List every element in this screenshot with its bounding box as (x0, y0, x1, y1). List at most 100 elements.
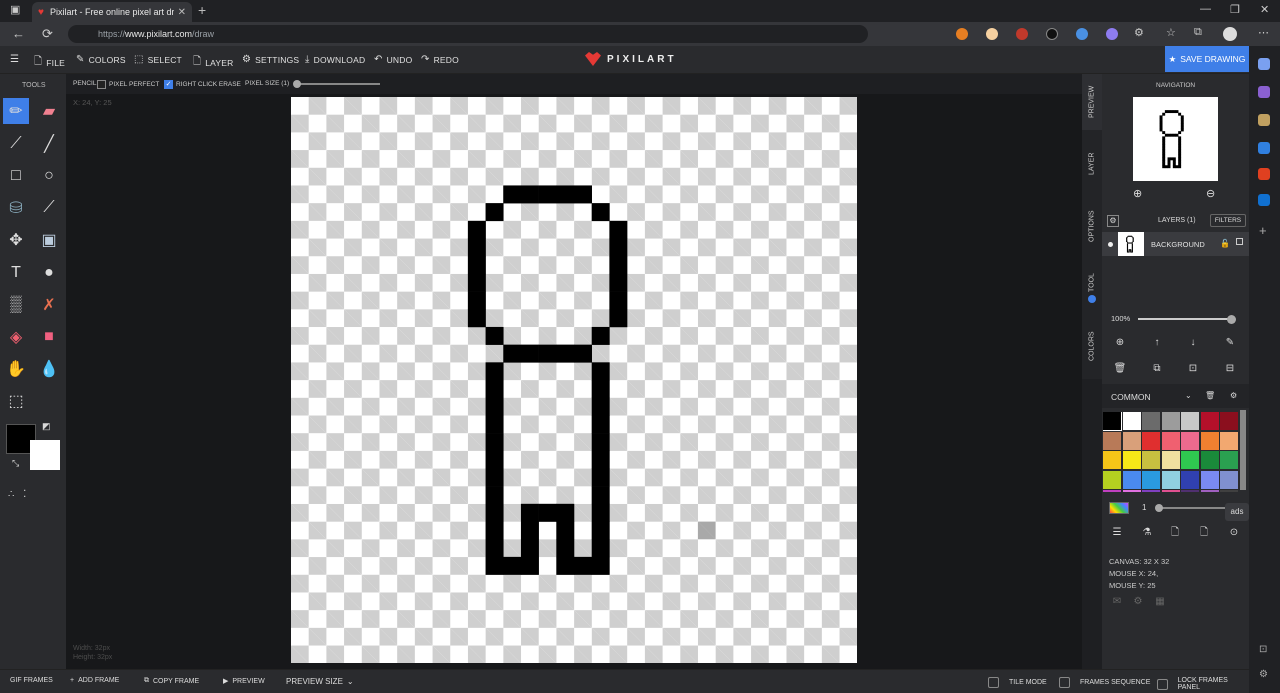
pixel-perfect-checkbox[interactable] (97, 80, 106, 89)
sidebar-add-icon[interactable]: + (1259, 223, 1267, 238)
extension-fox-icon[interactable] (956, 28, 968, 40)
layer-settings-icon[interactable]: ⚙ (1107, 215, 1119, 227)
crop-tool-icon[interactable]: ⬚ (3, 388, 29, 414)
colors-menu[interactable]: ✎ COLORS (76, 54, 126, 65)
edit-layer-icon[interactable]: ✎ (1223, 336, 1237, 350)
stamp-tool-icon[interactable]: ▣ (36, 227, 62, 253)
sidebar-collapse-icon[interactable]: ⊡ (1259, 644, 1267, 655)
palette-delete-icon[interactable]: 🗑 (1205, 391, 1215, 400)
brush-tool-icon[interactable]: ⟋ (3, 131, 29, 157)
tab-layer[interactable]: LAYER (1082, 134, 1102, 194)
gradient-tool-icon[interactable]: ■ (36, 324, 62, 350)
filters-button[interactable]: FILTERS (1210, 214, 1246, 227)
zoom-out-icon[interactable]: ⊖ (1206, 187, 1215, 200)
palette-swatch[interactable] (1200, 470, 1219, 489)
fill-eraser-tool-icon[interactable]: ◈ (3, 324, 29, 350)
palette-swatch[interactable] (1200, 412, 1219, 430)
line-tool-icon[interactable]: ╱ (36, 131, 62, 157)
redo-button[interactable]: ↷ REDO (421, 54, 459, 65)
frames-sequence-checkbox[interactable] (1059, 677, 1070, 688)
zoom-in-icon[interactable]: ⊕ (1133, 187, 1142, 200)
palette-swatch[interactable] (1200, 451, 1219, 469)
layer-opacity-slider[interactable] (1138, 315, 1236, 324)
select-menu[interactable]: ⬚ SELECT (134, 54, 182, 65)
add-frame-button[interactable]: + ADD FRAME (70, 677, 119, 684)
browser-tab[interactable]: ♥ Pixilart - Free online pixel art dr ✕ (32, 2, 192, 22)
palette-swatch[interactable] (1122, 431, 1141, 450)
rectangle-tool-icon[interactable]: □ (3, 163, 29, 189)
favorites-star-icon[interactable]: ☆ (1166, 26, 1176, 39)
gif-frames-label[interactable]: GIF FRAMES (10, 677, 53, 684)
right-click-erase-checkbox[interactable]: ✓ (164, 80, 173, 89)
layer-visibility-icon[interactable] (1108, 242, 1113, 247)
layer-row[interactable]: BACKGROUND 🔓 (1102, 232, 1249, 256)
sidebar-office-icon[interactable] (1258, 168, 1270, 180)
preview-button[interactable]: ▶ PREVIEW (223, 677, 265, 686)
more-menu-icon[interactable]: ⋯ (1258, 26, 1269, 39)
profile-avatar[interactable] (1223, 27, 1237, 41)
secondary-color-swatch[interactable] (30, 440, 60, 470)
palette-swatch[interactable] (1161, 490, 1180, 492)
eyedropper-tool-icon[interactable]: ⟋ (36, 195, 62, 221)
palette-swatch[interactable] (1103, 451, 1121, 469)
lock-frames-toggle[interactable]: LOCK FRAMES PANEL (1157, 677, 1249, 691)
move-layer-down-icon[interactable]: ↓ (1186, 336, 1200, 350)
dither-tool-icon[interactable]: ▒ (3, 292, 29, 318)
palette-swatch[interactable] (1142, 431, 1160, 450)
download-menu[interactable]: ⤓ DOWNLOAD (305, 54, 365, 65)
hamburger-icon[interactable]: ☰ (10, 54, 19, 65)
palette-swatch[interactable] (1181, 490, 1199, 492)
color-replace-tool-icon[interactable]: ✗ (36, 292, 62, 318)
palette-dropdown-chevron-icon[interactable]: ⌄ (1185, 391, 1192, 400)
right-click-erase-toggle[interactable]: ✓ RIGHT CLICK ERASE (164, 80, 241, 89)
settings-menu[interactable]: ⚙ SETTINGS (242, 54, 299, 65)
tab-colors[interactable]: COLORS (1082, 316, 1102, 376)
duplicate-layer-icon[interactable]: ⧉ (1150, 362, 1164, 376)
brush-size-knob[interactable] (1155, 504, 1163, 512)
file-menu[interactable]: 🗋 FILE (34, 54, 65, 71)
palette-swatch[interactable] (1122, 490, 1141, 492)
palette-swatch[interactable] (1122, 412, 1141, 430)
text-tool-icon[interactable]: T (3, 260, 29, 286)
palette-swatch[interactable] (1181, 412, 1199, 430)
palette-swatch[interactable] (1220, 490, 1238, 492)
export-palette-icon[interactable]: 🗋 (1168, 526, 1182, 540)
extension-ghost-icon[interactable] (1106, 28, 1118, 40)
drawing-canvas[interactable] (291, 97, 857, 663)
flask-icon[interactable]: ⚗ (1140, 526, 1154, 540)
palette-swatch[interactable] (1220, 470, 1238, 489)
palette-swatch[interactable] (1122, 470, 1141, 489)
pencil-tool-icon[interactable]: ✏ (3, 98, 29, 124)
pixel-perfect-toggle[interactable]: PIXEL PERFECT (97, 80, 159, 89)
palette-swatch[interactable] (1200, 431, 1219, 450)
blur-tool-icon[interactable]: 💧 (36, 356, 62, 382)
palette-swatch[interactable] (1220, 412, 1238, 430)
sidebar-outlook-icon[interactable] (1258, 194, 1270, 206)
default-colors-icon[interactable]: ◩ (42, 421, 51, 432)
eraser-tool-icon[interactable]: ▰ (36, 98, 62, 124)
ellipse-tool-icon[interactable]: ○ (36, 163, 62, 189)
new-tab-icon[interactable]: + (198, 2, 206, 18)
close-tab-icon[interactable]: ✕ (178, 7, 186, 18)
brush-size-slider[interactable] (1155, 504, 1228, 512)
merge-layer-icon[interactable]: ⊡ (1186, 362, 1200, 376)
extension-gear-icon[interactable] (1046, 28, 1058, 40)
palette-swatch[interactable] (1161, 470, 1180, 489)
undo-button[interactable]: ↶ UNDO (374, 54, 412, 65)
palette-swatch[interactable] (1103, 431, 1121, 450)
collections-icon[interactable]: ⧉ (1194, 26, 1202, 39)
sidebar-settings-icon[interactable]: ⚙ (1259, 669, 1268, 680)
palette-swatch[interactable] (1142, 470, 1160, 489)
add-layer-icon[interactable]: ⊕ (1113, 336, 1127, 350)
palette-swatch[interactable] (1200, 490, 1219, 492)
opacity-knob[interactable] (1227, 315, 1236, 324)
sidebar-tag-icon[interactable] (1258, 58, 1270, 70)
move-layer-up-icon[interactable]: ↑ (1150, 336, 1164, 350)
refresh-icon[interactable]: ⟳ (42, 26, 53, 42)
maximize-icon[interactable]: ❐ (1230, 3, 1240, 16)
extension-key-icon[interactable] (1016, 28, 1028, 40)
palette-swatch[interactable] (1142, 490, 1160, 492)
close-window-icon[interactable]: ✕ (1260, 3, 1269, 16)
palette-settings-icon[interactable]: ⚙ (1230, 391, 1237, 400)
palette-options-icon[interactable]: ⊙ (1227, 526, 1241, 540)
